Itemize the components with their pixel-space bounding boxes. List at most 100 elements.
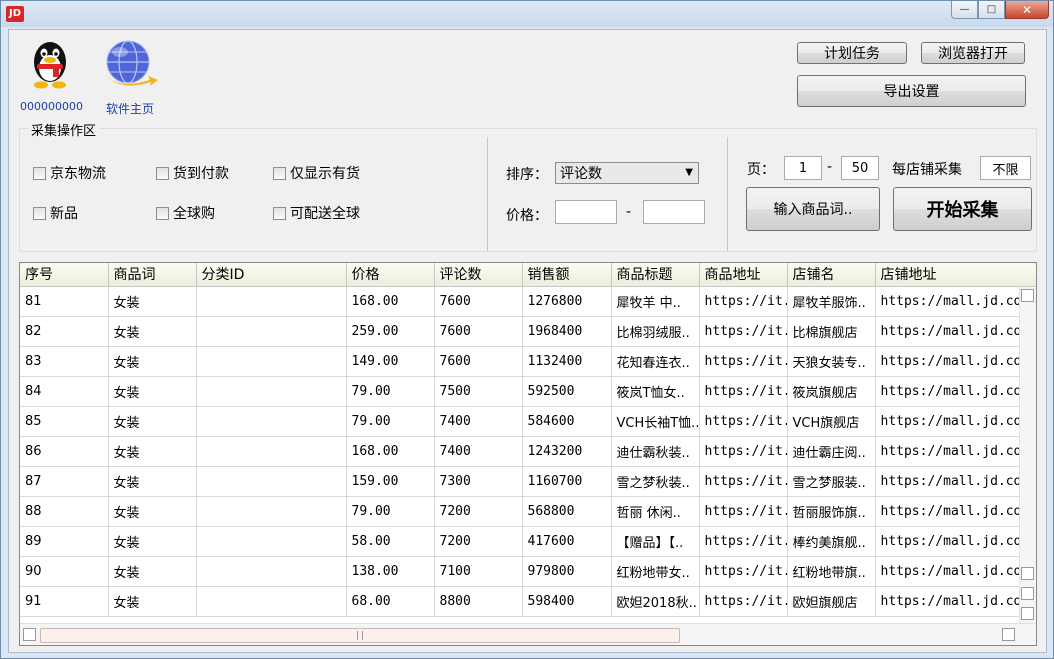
table-cell: 592500	[522, 376, 612, 407]
qq-penguin-icon	[34, 42, 66, 89]
table-row[interactable]: 82女装 259.0076001968400比棉羽绒服..https://it..…	[20, 316, 1036, 347]
column-header[interactable]: 价格	[346, 263, 435, 287]
column-header[interactable]: 评论数	[434, 263, 523, 287]
table-cell: 女装	[108, 406, 197, 437]
scroll-right-button[interactable]	[1002, 628, 1015, 641]
table-cell: 149.00	[346, 346, 435, 377]
column-header[interactable]: 商品词	[108, 263, 197, 287]
table-cell: 棒约美旗舰..	[787, 526, 876, 557]
price-max-input[interactable]	[643, 200, 705, 224]
table-row[interactable]: 90女装 138.007100979800红粉地带女..https://it..红…	[20, 556, 1036, 587]
table-cell: 女装	[108, 436, 197, 467]
browser-open-button[interactable]: 浏览器打开	[921, 42, 1025, 64]
result-table[interactable]: 序号 商品词 分类ID 价格 评论数 销售额 商品标题 商品地址 店铺名 店铺地址 81 女装 168…	[19, 262, 1037, 646]
minimize-icon[interactable]: —	[951, 1, 978, 19]
table-cell: 红粉地带旗..	[787, 556, 876, 587]
table-cell: 58.00	[346, 526, 435, 557]
table-cell: https://it..	[699, 406, 788, 437]
start-collect-button[interactable]: 开始采集	[893, 187, 1032, 231]
title-bar[interactable]: JD — □ ✕	[1, 1, 1053, 27]
table-row[interactable]: 88女装 79.007200568800哲丽 休闲..https://it..哲丽…	[20, 496, 1036, 527]
checkbox-box[interactable]	[33, 206, 46, 220]
price-min-input[interactable]	[555, 200, 617, 224]
table-cell: 欧妲2018秋..	[611, 586, 700, 617]
table-cell: https://it..	[699, 586, 788, 617]
scroll-up-button[interactable]	[1021, 289, 1034, 302]
qq-number: 000000000	[20, 100, 83, 113]
column-header[interactable]: 商品标题	[611, 263, 700, 287]
column-header[interactable]: 分类ID	[196, 263, 347, 287]
checkbox-global-shipping[interactable]: 可配送全球	[273, 203, 360, 223]
checkbox-new-product[interactable]: 新品	[33, 203, 78, 223]
software-homepage[interactable]: 软件主页	[95, 38, 165, 117]
price-label: 价格：	[506, 208, 548, 224]
scroll-down-button[interactable]	[1021, 607, 1034, 620]
table-row[interactable]: 87女装 159.0073001160700雪之梦秋装..https://it..…	[20, 466, 1036, 497]
table-row[interactable]: 85女装 79.007400584600VCH长袖T恤..https://it..…	[20, 406, 1036, 437]
table-cell: https://mall.jd.co	[875, 316, 1036, 347]
checkbox-cash-on-delivery[interactable]: 货到付款	[156, 163, 229, 183]
table-cell: 7400	[434, 436, 523, 467]
vertical-scrollbar[interactable]	[1019, 287, 1036, 623]
table-cell: 86	[20, 436, 109, 467]
horizontal-scroll-thumb[interactable]	[40, 628, 680, 643]
table-cell: 雪之梦服装..	[787, 466, 876, 497]
column-header[interactable]: 店铺地址	[875, 263, 1036, 287]
table-row[interactable]: 83女装 149.0076001132400花知春连衣..https://it..…	[20, 346, 1036, 377]
page-dash: -	[827, 159, 833, 175]
table-cell: 168.00	[346, 286, 435, 317]
column-header[interactable]: 店铺名	[787, 263, 876, 287]
checkbox-box[interactable]	[273, 166, 286, 180]
checkbox-box[interactable]	[273, 206, 286, 220]
sort-select[interactable]: 评论数 ▼	[555, 162, 699, 184]
maximize-icon[interactable]: □	[978, 1, 1005, 19]
table-cell: VCH旗舰店	[787, 406, 876, 437]
column-header[interactable]: 序号	[20, 263, 109, 287]
table-cell: https://it..	[699, 526, 788, 557]
checkbox-box[interactable]	[156, 166, 169, 180]
table-cell: https://mall.jd.co	[875, 286, 1036, 317]
table-cell	[196, 526, 347, 557]
main-panel: 000000000 软件主页 计划任务 浏览器打开 导出设置 采集操作区 京东物…	[8, 29, 1047, 653]
table-row[interactable]: 84女装 79.007500592500筱岚T恤女..https://it..筱岚…	[20, 376, 1036, 407]
group-title: 采集操作区	[28, 120, 100, 139]
qq-contact[interactable]: 000000000	[20, 38, 83, 113]
horizontal-scrollbar[interactable]	[20, 623, 1036, 645]
scroll-thumb-grip[interactable]	[1021, 587, 1034, 600]
table-cell: 1132400	[522, 346, 612, 377]
per-store-input[interactable]: 不限	[980, 156, 1031, 180]
checkbox-in-stock-only[interactable]: 仅显示有货	[273, 163, 360, 183]
table-cell: 90	[20, 556, 109, 587]
page-to-input[interactable]: 50	[841, 156, 879, 180]
table-cell: 雪之梦秋装..	[611, 466, 700, 497]
page-label: 页：	[747, 162, 775, 178]
table-cell: https://mall.jd.co	[875, 346, 1036, 377]
app-window: JD — □ ✕ 000000000 软件主页 计划任务 浏览器打开 导出设置 …	[0, 0, 1054, 659]
table-row[interactable]: 91女装 68.008800598400欧妲2018秋..https://it..…	[20, 586, 1036, 617]
table-row[interactable]: 86女装 168.0074001243200迪仕霸秋装..https://it..…	[20, 436, 1036, 467]
checkbox-label: 新品	[50, 206, 78, 222]
scroll-left-button[interactable]	[23, 628, 36, 641]
close-icon[interactable]: ✕	[1005, 1, 1049, 19]
schedule-task-button[interactable]: 计划任务	[797, 42, 907, 64]
table-cell: 1160700	[522, 466, 612, 497]
checkbox-box[interactable]	[33, 166, 46, 180]
table-row[interactable]: 89女装 58.007200417600【赠品】【..https://it..棒约…	[20, 526, 1036, 557]
column-header[interactable]: 销售额	[522, 263, 612, 287]
input-keyword-button[interactable]: 输入商品词..	[746, 187, 880, 231]
page-from-input[interactable]: 1	[784, 156, 822, 180]
checkbox-jd-logistics[interactable]: 京东物流	[33, 163, 106, 183]
table-cell: 88	[20, 496, 109, 527]
table-cell: https://mall.jd.co	[875, 526, 1036, 557]
table-row[interactable]: 81女装 168.0076001276800犀牧羊 中..https://it..…	[20, 286, 1036, 317]
checkbox-global-purchase[interactable]: 全球购	[156, 203, 215, 223]
table-cell: 168.00	[346, 436, 435, 467]
checkbox-label: 货到付款	[173, 166, 229, 182]
column-header[interactable]: 商品地址	[699, 263, 788, 287]
table-cell: 女装	[108, 526, 197, 557]
table-cell: 红粉地带女..	[611, 556, 700, 587]
table-cell: VCH长袖T恤..	[611, 406, 700, 437]
scroll-thumb[interactable]	[1021, 567, 1034, 580]
export-settings-button[interactable]: 导出设置	[797, 75, 1026, 107]
checkbox-box[interactable]	[156, 206, 169, 220]
